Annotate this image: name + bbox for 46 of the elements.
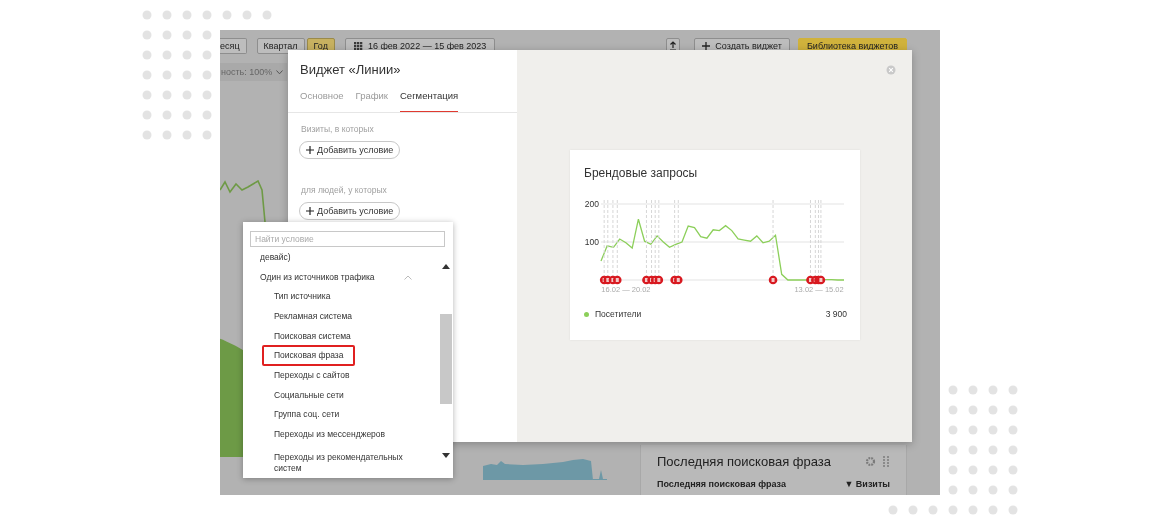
list-item[interactable]: Переходы из мессенджеров bbox=[262, 424, 398, 446]
event-marker-icon bbox=[613, 275, 622, 285]
calendar-icon bbox=[353, 41, 363, 51]
list-item[interactable]: Переходы с сайтов bbox=[262, 365, 362, 387]
chevron-down-icon bbox=[276, 69, 284, 75]
plus-icon bbox=[306, 207, 314, 215]
event-marker-icon bbox=[673, 275, 683, 285]
list-item[interactable]: Поисковая фраза bbox=[262, 345, 356, 367]
add-condition-button[interactable]: Добавить условие bbox=[299, 141, 401, 159]
event-marker-icon bbox=[654, 275, 664, 285]
list-item[interactable]: Поисковая система bbox=[262, 325, 363, 347]
axis-label: 100 bbox=[584, 237, 599, 247]
tab[interactable]: Сегментация bbox=[400, 90, 459, 112]
dialog-title: Виджет «Линии» bbox=[300, 62, 401, 77]
list-item[interactable]: Социальные сети bbox=[262, 384, 356, 406]
section-label: для людей, у которых bbox=[301, 185, 387, 195]
search-field[interactable]: Найти условие bbox=[250, 231, 445, 247]
axis-label: 200 bbox=[584, 199, 599, 209]
list-item[interactable]: Рекламная система bbox=[262, 306, 365, 328]
column-header[interactable]: ▼ Визиты bbox=[844, 478, 890, 490]
period-tab[interactable]: есяц bbox=[220, 38, 247, 54]
scroll-up-icon[interactable] bbox=[442, 264, 450, 269]
close-icon[interactable] bbox=[886, 65, 896, 75]
plus-icon bbox=[306, 146, 314, 154]
list-item[interactable]: Переходы из рекомендательных систем bbox=[262, 446, 436, 478]
plus-icon bbox=[702, 42, 711, 50]
scroll-down-icon[interactable] bbox=[442, 453, 450, 458]
share-icon bbox=[669, 41, 678, 51]
legend-value: 3 900 bbox=[825, 309, 847, 319]
line-chart-drawing bbox=[220, 180, 266, 222]
event-marker-icon bbox=[816, 275, 826, 285]
list-group-item[interactable]: Один из источников трафика bbox=[243, 267, 439, 287]
list-item[interactable]: Тип источника bbox=[262, 286, 343, 308]
scrollbar-thumb[interactable] bbox=[440, 314, 452, 404]
column-header[interactable]: Последняя поисковая фраза bbox=[657, 478, 786, 490]
section-label: Визиты, в которых bbox=[301, 124, 374, 134]
widget-title: Последняя поисковая фраза bbox=[657, 454, 832, 469]
add-condition-button[interactable]: Добавить условие bbox=[299, 202, 401, 220]
chart-title: Брендовые запросы bbox=[584, 166, 699, 180]
list-item[interactable]: Группа соц. сети bbox=[262, 404, 352, 426]
settings-icon[interactable] bbox=[865, 456, 876, 467]
list-item[interactable]: девайс) bbox=[243, 251, 439, 267]
drag-handle-icon[interactable] bbox=[883, 456, 890, 467]
event-marker-icon bbox=[768, 275, 778, 285]
period-tab[interactable]: Квартал bbox=[256, 38, 305, 54]
legend-label: Посетители bbox=[595, 309, 643, 319]
